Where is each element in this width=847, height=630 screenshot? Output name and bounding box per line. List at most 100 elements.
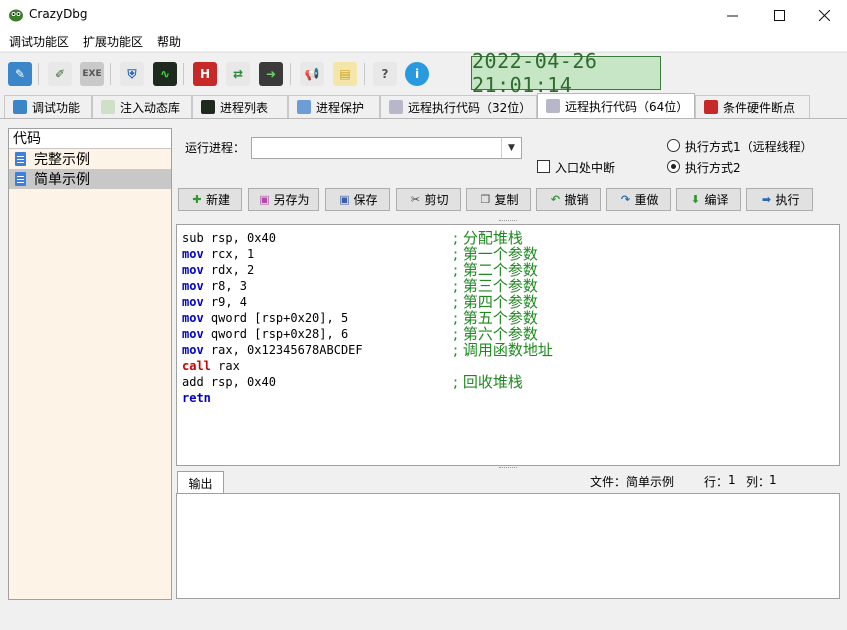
- list-item-simple-example[interactable]: 简单示例: [9, 169, 171, 189]
- document-icon: [15, 172, 26, 186]
- process-exe-icon[interactable]: EXE: [80, 62, 104, 86]
- exec-mode-1-radio[interactable]: [667, 139, 680, 152]
- close-button[interactable]: [801, 0, 847, 30]
- process-label: 运行进程：: [185, 141, 246, 155]
- monitor-icon: [201, 100, 215, 114]
- code-comment: ; 调用函数地址: [453, 341, 553, 359]
- list-item-label: 简单示例: [34, 172, 90, 188]
- execute-button[interactable]: ➡ 执行: [746, 188, 813, 211]
- code-comment: ; 第六个参数: [453, 325, 538, 343]
- exec-mode-2-radio[interactable]: [667, 160, 680, 173]
- code-mnemonic: mov: [182, 311, 204, 325]
- code-operands: rsp, 0x40: [203, 375, 276, 389]
- help-document-icon[interactable]: ?: [373, 62, 397, 86]
- tab-label: 条件硬件断点: [723, 100, 796, 115]
- tab-debug[interactable]: 调试功能: [4, 95, 92, 118]
- toolbar: ✎ ✐ EXE ⛨ ∿ H ⇄ ➜ 📢 ▤ ? i: [0, 52, 847, 92]
- tab-label: 远程执行代码（32位）: [408, 100, 532, 115]
- tab-process-list[interactable]: 进程列表: [192, 95, 288, 118]
- splitter-grip[interactable]: [499, 467, 517, 469]
- list-item-label: 完整示例: [34, 152, 90, 168]
- close-icon: [818, 9, 830, 21]
- list-item-full-example[interactable]: 完整示例: [9, 149, 171, 169]
- code-mnemonic: sub: [182, 231, 204, 245]
- undo-icon: ↶: [550, 193, 561, 206]
- new-button[interactable]: ✚ 新建: [178, 188, 242, 211]
- code-line: mov rax, 0x12345678ABCDEF: [182, 342, 363, 358]
- toolbar-separator: [183, 63, 184, 85]
- tab-inject-dll[interactable]: 注入动态库: [92, 95, 192, 118]
- code-mnemonic: mov: [182, 295, 204, 309]
- maximize-button[interactable]: [756, 0, 802, 30]
- app-logo-icon: [9, 9, 23, 22]
- megaphone-icon[interactable]: 📢: [300, 62, 324, 86]
- save-as-button[interactable]: ▣ 另存为: [248, 188, 319, 211]
- status-row-value: 1: [728, 473, 736, 487]
- cut-button[interactable]: ✂ 剪切: [396, 188, 461, 211]
- code-mnemonic: call: [182, 359, 211, 373]
- code-comment: ; 回收堆栈: [453, 373, 523, 391]
- menu-debug[interactable]: 调试功能区: [9, 33, 69, 50]
- toolbar-separator: [38, 63, 39, 85]
- save-as-icon: ▣: [259, 193, 270, 206]
- scissors-icon: ✂: [410, 193, 421, 206]
- tab-remote-exec-32[interactable]: 远程执行代码（32位）: [380, 95, 537, 118]
- export-icon[interactable]: ➜: [259, 62, 283, 86]
- monitor-icon[interactable]: ∿: [153, 62, 177, 86]
- arrow-right-icon: ➡: [761, 193, 772, 206]
- hardware-breakpoint-icon[interactable]: H: [193, 62, 217, 86]
- info-icon[interactable]: i: [405, 62, 429, 86]
- code-line: retn: [182, 390, 211, 406]
- redo-button[interactable]: ↷ 重做: [606, 188, 671, 211]
- tab-label: 进程列表: [220, 100, 269, 115]
- save-button[interactable]: ▣ 保存: [325, 188, 390, 211]
- tab-process-protect[interactable]: 进程保护: [288, 95, 380, 118]
- code-editor[interactable]: sub rsp, 0x40 ; 分配堆栈 mov rcx, 1 ; 第一个参数 mov …: [176, 224, 840, 466]
- document-icon: [15, 152, 26, 166]
- compile-button[interactable]: ⬇ 编译: [676, 188, 741, 211]
- output-panel[interactable]: [176, 493, 840, 599]
- tab-label: 远程执行代码（64位）: [565, 99, 689, 114]
- code-operands: rax: [210, 359, 240, 373]
- menu-help[interactable]: 帮助: [157, 33, 181, 50]
- edit-icon[interactable]: ✎: [8, 62, 32, 86]
- copy-button[interactable]: ❐ 复制: [466, 188, 531, 211]
- process-exe-icon: [546, 99, 560, 113]
- tab-output[interactable]: 输出: [177, 471, 224, 494]
- code-line: mov r8, 3: [182, 278, 247, 294]
- code-comment: ; 第五个参数: [453, 309, 538, 327]
- window-title: CrazyDbg: [29, 7, 88, 21]
- clock-display: 2022-04-26 21:01:14: [471, 49, 661, 97]
- tab-hw-breakpoint[interactable]: 条件硬件断点: [695, 95, 810, 118]
- code-line: call rax: [182, 358, 240, 374]
- code-line: sub rsp, 0x40: [182, 230, 276, 246]
- note-icon[interactable]: ▤: [333, 62, 357, 86]
- status-file-name: 简单示例: [626, 475, 675, 489]
- code-line: mov qword [rsp+0x28], 6: [182, 326, 348, 342]
- process-select[interactable]: ▼: [251, 137, 522, 159]
- code-operands: rdx, 2: [203, 263, 255, 277]
- entry-breakpoint-checkbox[interactable]: [537, 160, 550, 173]
- undo-button[interactable]: ↶ 撤销: [536, 188, 601, 211]
- toolbar-separator: [110, 63, 111, 85]
- menu-extensions[interactable]: 扩展功能区: [83, 33, 143, 50]
- edit-icon: [13, 100, 27, 114]
- syringe-icon[interactable]: ✐: [48, 62, 72, 86]
- splitter-grip[interactable]: [499, 220, 517, 222]
- code-line: mov qword [rsp+0x20], 5: [182, 310, 348, 326]
- status-col-label: 列：: [746, 475, 771, 489]
- tab-remote-exec-64[interactable]: 远程执行代码（64位）: [537, 93, 695, 118]
- code-line: mov rcx, 1: [182, 246, 254, 262]
- shield-icon[interactable]: ⛨: [120, 62, 144, 86]
- status-file-label: 文件：: [590, 475, 627, 489]
- minimize-button[interactable]: [709, 0, 755, 30]
- swap-arrows-icon[interactable]: ⇄: [226, 62, 250, 86]
- code-operands: r9, 4: [203, 295, 248, 309]
- process-exe-icon: [389, 100, 403, 114]
- toolbar-separator: [290, 63, 291, 85]
- chevron-down-icon[interactable]: ▼: [501, 138, 521, 158]
- tab-strip: 调试功能 注入动态库 进程列表 进程保护 远程执行代码（32位） 远程执行代码（…: [0, 93, 847, 118]
- code-comment: ; 第四个参数: [453, 293, 538, 311]
- code-line: add rsp, 0x40: [182, 374, 276, 390]
- code-mnemonic: mov: [182, 263, 204, 277]
